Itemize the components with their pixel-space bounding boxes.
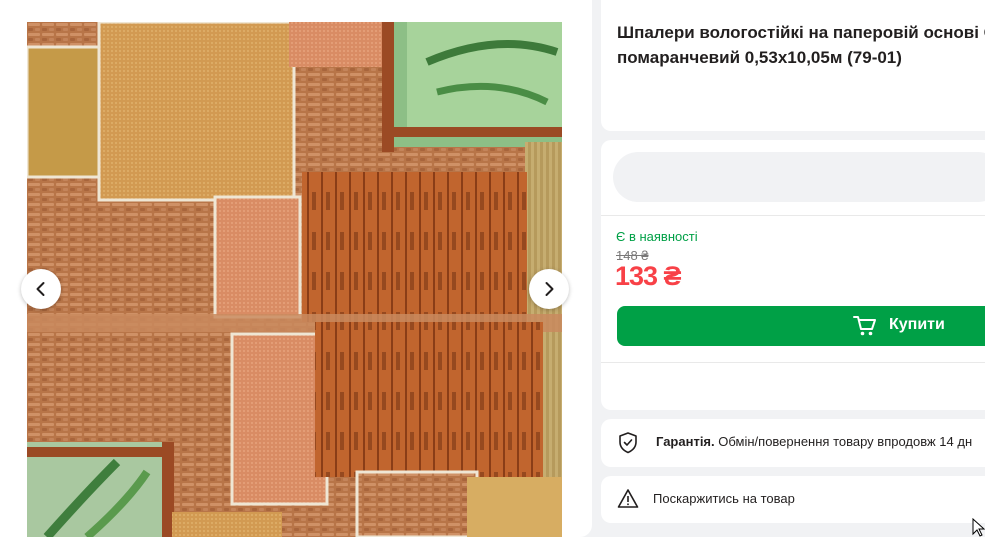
shield-check-icon bbox=[619, 432, 637, 454]
cart-icon bbox=[853, 316, 876, 336]
product-title-line-2: помаранчевий 0,53x10,05м (79-01) bbox=[617, 48, 902, 67]
warranty-description: Обмін/повернення товару впродовж 14 дн bbox=[718, 434, 973, 449]
product-photo[interactable] bbox=[27, 22, 562, 537]
buy-button[interactable]: Купити bbox=[617, 306, 985, 346]
report-product[interactable]: Поскаржитись на товар bbox=[601, 476, 985, 523]
availability-status: Є в наявності bbox=[616, 229, 698, 244]
warranty-label: Гарантія. bbox=[656, 434, 715, 449]
product-title: Шпалери вологостійкі на паперовій основі… bbox=[617, 20, 985, 70]
report-label: Поскаржитись на товар bbox=[653, 491, 795, 506]
warranty-text: Гарантія. Обмін/повернення товару впродо… bbox=[656, 434, 972, 449]
variant-selector[interactable] bbox=[613, 152, 985, 202]
warning-triangle-icon bbox=[617, 489, 639, 508]
buy-button-label: Купити bbox=[889, 316, 945, 333]
product-title-card: Шпалери вологостійкі на паперовій основі… bbox=[601, 0, 985, 131]
product-gallery bbox=[0, 0, 592, 537]
chevron-right-icon bbox=[545, 282, 554, 296]
warranty-info[interactable]: Гарантія. Обмін/повернення товару впродо… bbox=[601, 419, 985, 467]
gallery-next-button[interactable] bbox=[529, 269, 569, 309]
current-price: 133 ₴ bbox=[615, 261, 682, 291]
gallery-prev-button[interactable] bbox=[21, 269, 61, 309]
divider bbox=[601, 362, 985, 363]
divider bbox=[601, 215, 985, 216]
purchase-card: Є в наявності 148 ₴ 133 ₴ Купити bbox=[601, 140, 985, 410]
wallpaper-image bbox=[27, 22, 562, 537]
product-title-line-1: Шпалери вологостійкі на паперовій основі… bbox=[617, 23, 985, 42]
chevron-left-icon bbox=[36, 282, 45, 296]
mouse-cursor-icon bbox=[972, 518, 985, 537]
